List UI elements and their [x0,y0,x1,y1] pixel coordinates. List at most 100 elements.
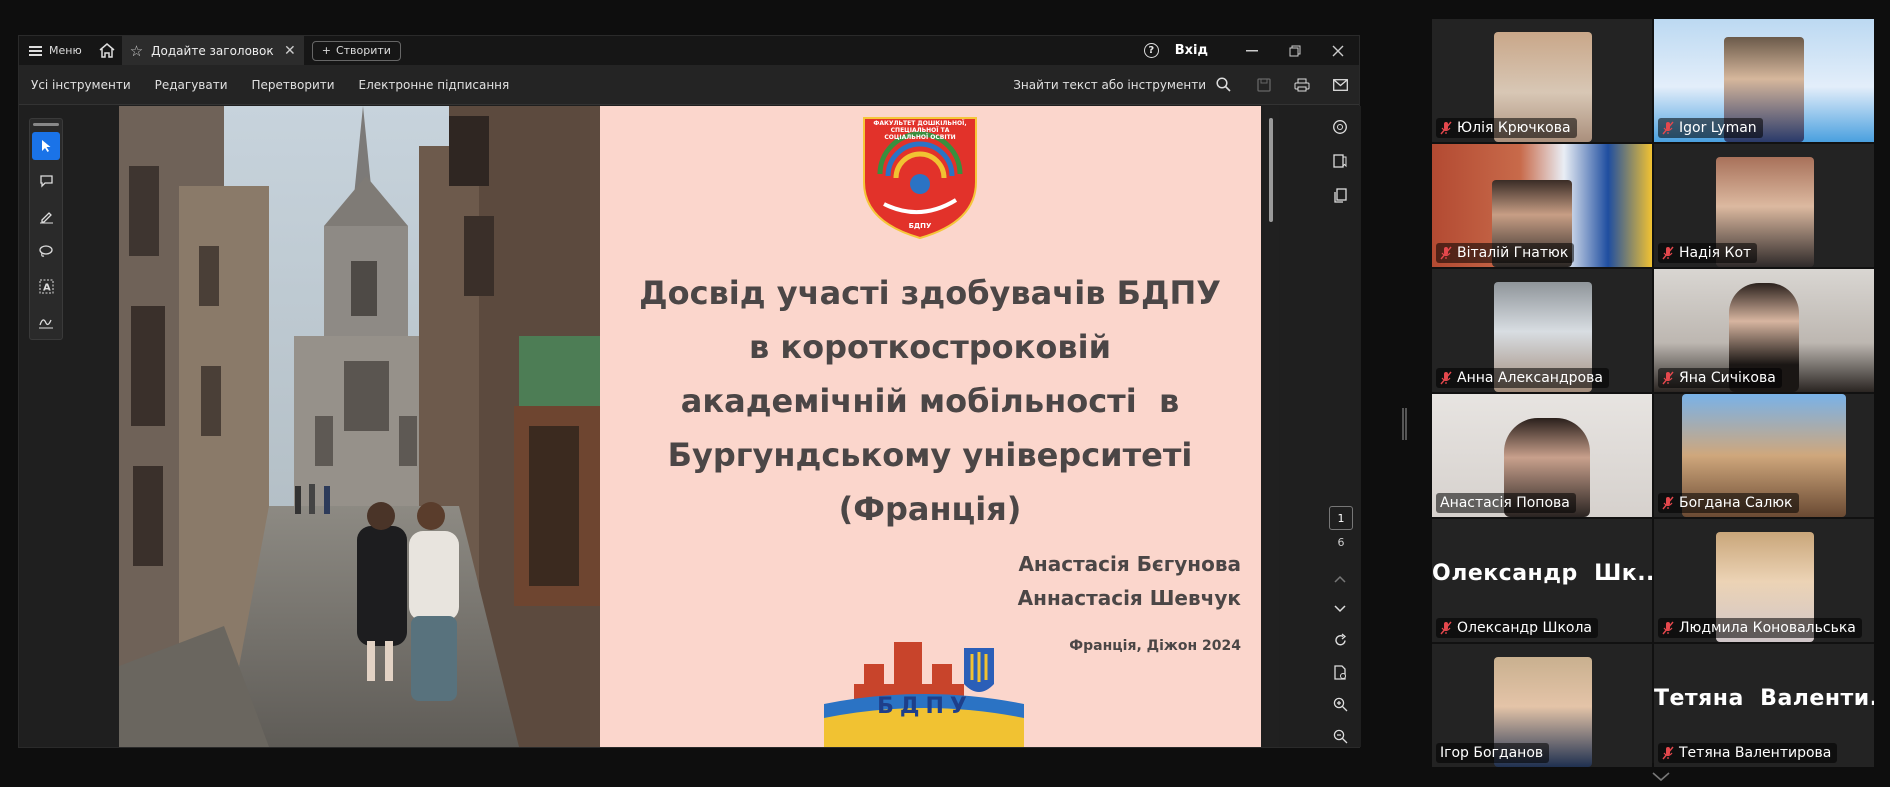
toolbar-convert[interactable]: Перетворити [240,78,347,92]
participant-tile[interactable]: Тетяна Валенти... Тетяна Валентирова [1654,644,1874,767]
zoom-in-icon [1333,697,1347,711]
participant-big-name: Олександр Шк... [1432,561,1652,586]
text-box-icon: A [39,279,53,293]
page-settings-button[interactable] [1319,656,1361,688]
participant-name-bar: Олександр Школа [1436,618,1599,638]
drag-handle[interactable] [33,123,59,126]
print-icon [1294,78,1310,91]
muted-mic-icon [1662,746,1674,760]
muted-mic-icon [1662,621,1674,635]
participant-name: Анна Александрова [1457,370,1603,386]
slide-title-line-2: в короткостроковій [749,328,1111,366]
draw-tool[interactable] [32,237,60,265]
restore-button[interactable] [1273,36,1316,65]
collapse-gallery-chevron-icon[interactable] [1652,772,1670,782]
participant-name-bar: Віталій Гнатюк [1436,243,1575,263]
bookmarks-button[interactable] [1319,144,1361,178]
signature-icon [39,318,53,328]
participant-tile[interactable]: Ігор Богданов [1432,644,1652,767]
participant-tile-speaking[interactable]: Анастасія Попова [1432,394,1652,517]
participant-name: Юлія Крючкова [1457,120,1571,136]
help-icon[interactable]: ? [1143,43,1159,58]
participant-name-bar: Юлія Крючкова [1436,118,1577,138]
star-icon[interactable]: ☆ [130,42,143,60]
participant-name-bar: Анастасія Попова [1436,493,1576,513]
participant-tile[interactable]: Юлія Крючкова [1432,19,1652,142]
document-tab[interactable]: ☆ Додайте заголовок ✕ [121,36,304,65]
quick-tools-panel: A [29,118,63,340]
email-button[interactable] [1321,65,1359,105]
participant-name-bar: Анна Александрова [1436,368,1609,388]
minimize-icon [1245,49,1258,51]
participant-name-bar: Igor Lyman [1658,118,1763,138]
slide-title-line-5: (Франція) [838,490,1022,528]
slide-photo [119,106,600,747]
faculty-logo-caption: БДПУ [908,222,932,230]
previous-page-button[interactable] [1319,564,1361,594]
slide-content: ФАКУЛЬТЕТ ДОШКІЛЬНОЇ, СПЕЦІАЛЬНОЇ ТА СОЦ… [600,106,1261,747]
participant-name-bar: Людмила Коновальська [1658,618,1862,638]
print-button[interactable] [1283,65,1321,105]
page-settings-icon [1333,664,1346,680]
find-tools-search[interactable]: Знайти текст або інструменти [1013,77,1245,92]
main-toolbar: Усі інструменти Редагувати Перетворити Е… [19,65,1359,105]
close-window-button[interactable] [1316,36,1359,65]
comment-tool[interactable] [32,167,60,195]
participant-tile[interactable]: Анна Александрова [1432,269,1652,392]
participant-tile[interactable]: Віталій Гнатюк [1432,144,1652,267]
sign-tool[interactable] [32,307,60,335]
current-page-field[interactable]: 1 [1329,506,1353,530]
create-label: Створити [335,44,391,57]
minimize-button[interactable] [1230,36,1273,65]
participant-tile[interactable]: Igor Lyman [1654,19,1874,142]
scrollbar-thumb[interactable] [1269,118,1273,222]
pdf-viewer-window: Меню ☆ Додайте заголовок ✕ + Створити ? … [18,35,1361,748]
participant-name-bar: Яна Сичікова [1658,368,1782,388]
participant-tile[interactable]: Надія Кот [1654,144,1874,267]
close-icon [1332,45,1343,56]
participant-name: Людмила Коновальська [1679,620,1856,636]
pages-button[interactable] [1319,178,1361,212]
bookmark-icon [1333,154,1347,168]
chevron-down-icon [1334,605,1346,613]
participant-name: Віталій Гнатюк [1457,245,1569,261]
highlight-tool[interactable] [32,202,60,230]
toolbar-all-tools[interactable]: Усі інструменти [19,78,143,92]
muted-mic-icon [1662,121,1674,135]
zoom-out-button[interactable] [1319,720,1361,752]
text-tool[interactable]: A [32,272,60,300]
participant-name: Яна Сичікова [1679,370,1776,386]
panel-splitter-handle[interactable] [1402,408,1407,440]
participant-name-bar: Ігор Богданов [1436,743,1550,763]
rotate-button[interactable] [1319,624,1361,656]
participant-tile[interactable]: Олександр Шк... Олександр Школа [1432,519,1652,642]
toolbar-edit[interactable]: Редагувати [143,78,240,92]
next-page-button[interactable] [1319,594,1361,624]
ai-assistant-button[interactable] [1319,110,1361,144]
close-tab-icon[interactable]: ✕ [284,43,296,59]
muted-mic-icon [1662,246,1674,260]
save-icon [1257,77,1271,92]
create-button[interactable]: + Створити [311,40,401,61]
vertical-scrollbar[interactable] [1265,106,1279,747]
save-button[interactable] [1245,65,1283,105]
zoom-out-icon [1333,729,1347,743]
participant-tile[interactable]: Людмила Коновальська [1654,519,1874,642]
sign-in-button[interactable]: Вхід [1175,43,1208,58]
ai-assistant-icon [1333,120,1347,134]
select-tool[interactable] [32,132,60,160]
cursor-icon [42,140,51,152]
menu-label: Меню [49,44,82,57]
participant-tile[interactable]: Богдана Салюк [1654,394,1874,517]
copy-pages-icon [1334,188,1347,203]
muted-mic-icon [1440,246,1452,260]
toolbar-esign[interactable]: Електронне підписання [347,78,522,92]
menu-button[interactable]: Меню [19,36,92,65]
participant-name-bar: Богдана Салюк [1658,493,1799,513]
participants-gallery: Юлія Крючкова Igor Lyman Віталій Гнатюк … [1432,19,1874,767]
participant-name-bar: Надія Кот [1658,243,1758,263]
participant-tile[interactable]: Яна Сичікова [1654,269,1874,392]
home-button[interactable] [92,36,122,65]
participant-big-name: Тетяна Валенти... [1654,686,1874,711]
zoom-in-button[interactable] [1319,688,1361,720]
